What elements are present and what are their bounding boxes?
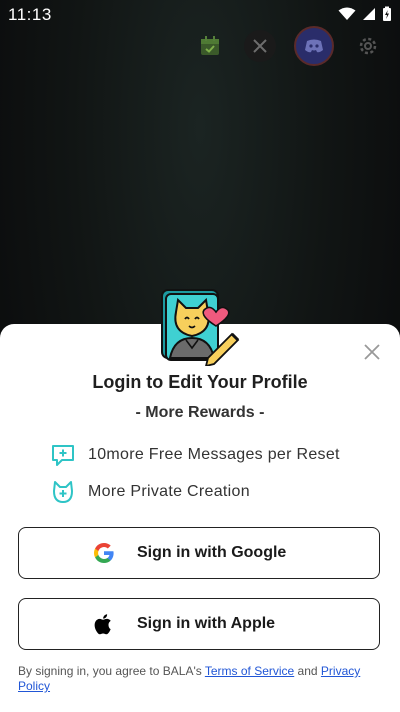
profile-avatar-illustration [158,286,242,368]
google-logo-icon [91,540,117,566]
x-button[interactable] [244,30,276,62]
gear-icon [359,37,377,55]
cat-avatar-icon [161,289,240,368]
sheet-title: Login to Edit Your Profile [92,372,308,392]
perk-text: More Private Creation [88,483,250,500]
cat-plus-icon [53,481,73,503]
terms-of-service-link[interactable]: Terms of Service [205,664,294,678]
signal-icon [363,8,375,20]
legal-and: and [294,664,321,678]
calendar-button[interactable] [194,30,226,62]
status-icons [338,6,392,22]
apple-button-label: Sign in with Apple [137,615,276,632]
x-icon [253,39,267,53]
perk-item-messages: 10more Free Messages per Reset [50,442,340,468]
battery-icon [383,6,391,21]
perk-text: 10more Free Messages per Reset [88,446,340,463]
discord-button[interactable] [294,26,334,66]
discord-icon [305,39,323,53]
message-plus-icon [52,445,74,466]
wifi-icon [338,7,356,20]
sign-in-google-button[interactable]: Sign in with Google [18,527,380,579]
close-icon [364,344,380,360]
google-button-label: Sign in with Google [137,544,287,561]
calendar-icon [201,36,219,55]
legal-notice: By signing in, you agree to BALA's Terms… [18,664,382,694]
sheet-subtitle: - More Rewards - [135,404,265,421]
sign-in-apple-button[interactable]: Sign in with Apple [18,598,380,650]
perk-item-creation: More Private Creation [50,479,250,505]
status-bar: 11:13 [0,0,400,28]
legal-prefix: By signing in, you agree to BALA's [18,664,205,678]
top-toolbar [194,26,384,66]
close-button[interactable] [362,342,382,362]
settings-button[interactable] [352,30,384,62]
apple-logo-icon [91,611,117,637]
status-time: 11:13 [8,5,52,24]
